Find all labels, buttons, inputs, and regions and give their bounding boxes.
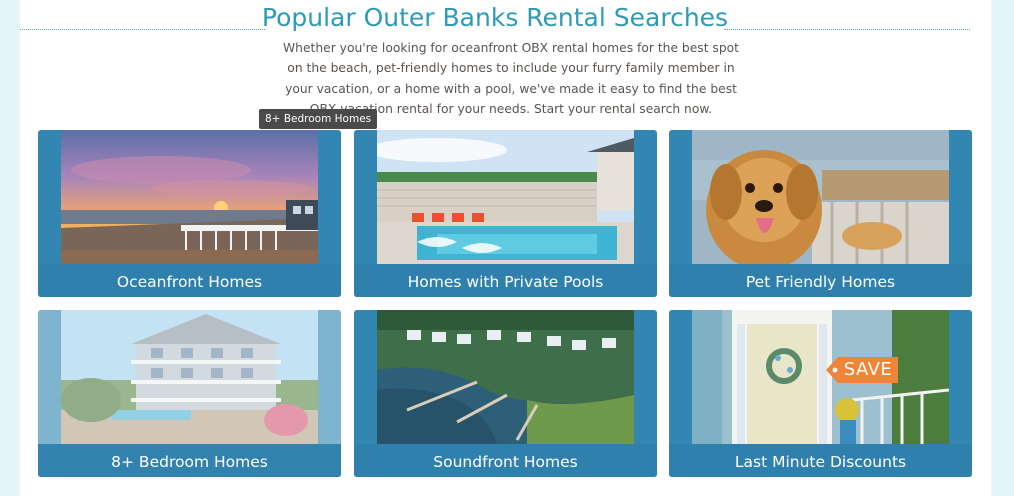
card-label: Pet Friendly Homes [745, 273, 896, 291]
large-house-photo [61, 310, 318, 444]
card-pet-friendly[interactable]: Pet Friendly Homes [669, 130, 972, 297]
pool-photo [377, 130, 634, 264]
card-last-minute-discounts[interactable]: SAVE Last Minute Discounts [669, 310, 972, 477]
hover-tooltip: 8+ Bedroom Homes [259, 109, 378, 129]
heading-divider-right [724, 29, 970, 30]
card-label: Last Minute Discounts [734, 453, 907, 471]
soundfront-aerial-photo [377, 310, 634, 444]
card-label: Oceanfront Homes [116, 273, 263, 291]
dog-photo [692, 130, 949, 264]
card-oceanfront-homes[interactable]: Oceanfront Homes [38, 130, 341, 297]
card-label: Homes with Private Pools [407, 273, 604, 291]
card-private-pools[interactable]: Homes with Private Pools [354, 130, 657, 297]
card-soundfront-homes[interactable]: Soundfront Homes [354, 310, 657, 477]
card-8-bedroom-homes[interactable]: 8+ Bedroom Homes [38, 310, 341, 477]
card-label: Soundfront Homes [433, 453, 578, 471]
oceanfront-photo [61, 130, 318, 264]
section-header: Popular Outer Banks Rental Searches [20, 0, 970, 36]
save-badge: SAVE [843, 359, 893, 380]
card-label: 8+ Bedroom Homes [111, 453, 268, 471]
section-title: Popular Outer Banks Rental Searches [261, 3, 729, 32]
front-door-photo [692, 310, 949, 444]
section-intro: Whether you're looking for oceanfront OB… [283, 41, 739, 116]
